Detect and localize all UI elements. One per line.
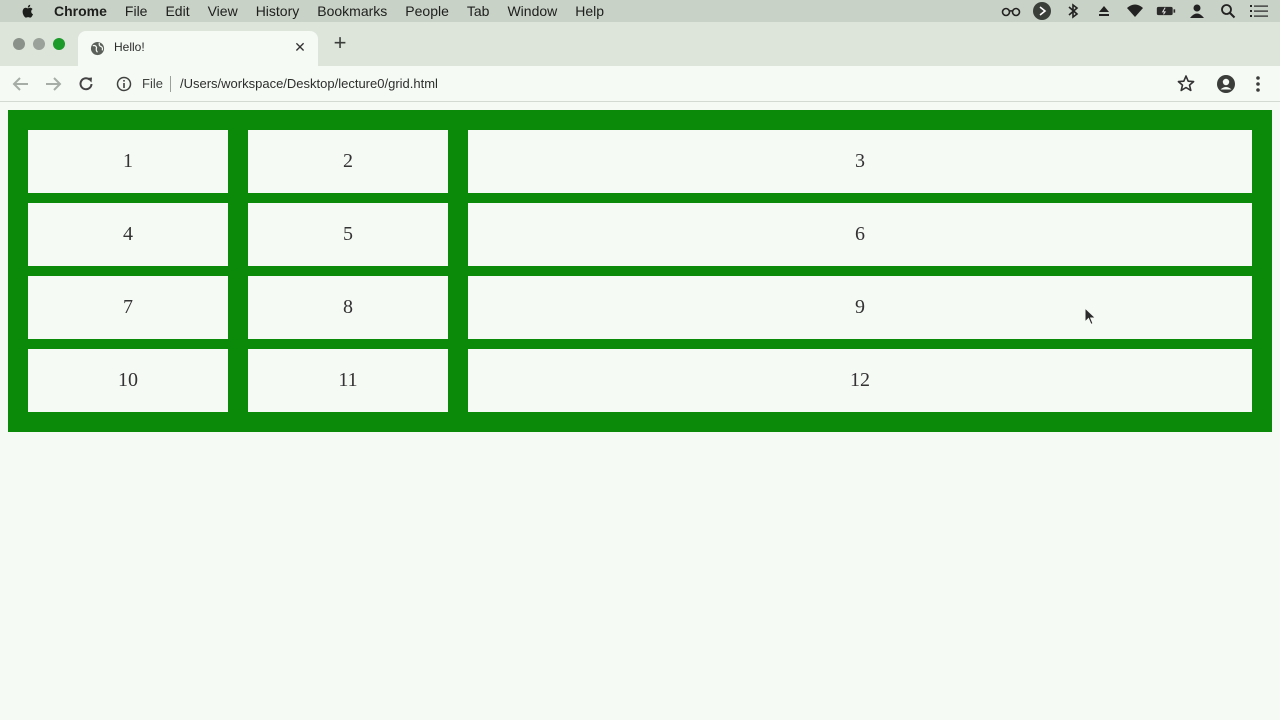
tab-hello[interactable]: Hello! ✕ bbox=[78, 31, 318, 66]
menu-file[interactable]: File bbox=[125, 3, 148, 19]
scheme-label: File bbox=[142, 76, 163, 91]
grid-item-6: 6 bbox=[468, 203, 1252, 266]
play-circle-icon[interactable] bbox=[1032, 2, 1052, 20]
grid-item-4: 4 bbox=[28, 203, 228, 266]
grid-item-11: 11 bbox=[248, 349, 448, 412]
grid-item-5: 5 bbox=[248, 203, 448, 266]
apple-icon[interactable] bbox=[20, 3, 36, 19]
battery-icon[interactable] bbox=[1156, 3, 1176, 19]
menu-tab[interactable]: Tab bbox=[467, 3, 490, 19]
profile-avatar-icon[interactable] bbox=[1214, 72, 1238, 96]
window-minimize-button[interactable] bbox=[33, 38, 45, 50]
tab-strip: Hello! ✕ + bbox=[0, 22, 1280, 66]
grid-item-12: 12 bbox=[468, 349, 1252, 412]
reload-icon bbox=[79, 77, 93, 91]
menu-view[interactable]: View bbox=[208, 3, 238, 19]
menu-chrome[interactable]: Chrome bbox=[54, 3, 107, 19]
wifi-icon[interactable] bbox=[1125, 3, 1145, 19]
menu-people[interactable]: People bbox=[405, 3, 449, 19]
menu-history[interactable]: History bbox=[256, 3, 300, 19]
grid-item-9: 9 bbox=[468, 276, 1252, 339]
grid-item-10: 10 bbox=[28, 349, 228, 412]
more-menu-icon[interactable] bbox=[1246, 72, 1270, 96]
arrow-left-icon bbox=[12, 77, 28, 91]
search-icon[interactable] bbox=[1218, 3, 1238, 19]
grid-container: 1 2 3 4 5 6 7 8 9 10 11 12 bbox=[8, 110, 1272, 432]
url-text[interactable]: /Users/workspace/Desktop/lecture0/grid.h… bbox=[180, 76, 438, 91]
globe-icon bbox=[90, 41, 105, 56]
menu-bar: Chrome File Edit View History Bookmarks … bbox=[0, 0, 1280, 22]
user-icon[interactable] bbox=[1187, 3, 1207, 19]
menu-edit[interactable]: Edit bbox=[165, 3, 189, 19]
grid-item-2: 2 bbox=[248, 130, 448, 193]
eject-icon[interactable] bbox=[1094, 3, 1114, 19]
window-close-button[interactable] bbox=[13, 38, 25, 50]
browser-toolbar: File /Users/workspace/Desktop/lecture0/g… bbox=[0, 66, 1280, 102]
bluetooth-icon[interactable] bbox=[1063, 3, 1083, 19]
back-button[interactable] bbox=[9, 72, 33, 96]
menu-bookmarks[interactable]: Bookmarks bbox=[317, 3, 387, 19]
new-tab-button[interactable]: + bbox=[330, 32, 350, 54]
scheme-divider bbox=[170, 76, 171, 92]
arrow-right-icon bbox=[46, 77, 62, 91]
mouse-cursor-icon bbox=[1084, 307, 1097, 326]
status-area bbox=[1001, 0, 1280, 22]
menu-help[interactable]: Help bbox=[575, 3, 604, 19]
bookmark-star-icon[interactable] bbox=[1174, 72, 1198, 96]
address-bar[interactable]: File /Users/workspace/Desktop/lecture0/g… bbox=[110, 70, 1210, 98]
grid-item-3: 3 bbox=[468, 130, 1252, 193]
info-icon[interactable] bbox=[116, 76, 132, 92]
grid-item-7: 7 bbox=[28, 276, 228, 339]
list-icon[interactable] bbox=[1249, 3, 1269, 19]
forward-button[interactable] bbox=[41, 72, 65, 96]
window-maximize-button[interactable] bbox=[53, 38, 65, 50]
reload-button[interactable] bbox=[74, 72, 98, 96]
menu-window[interactable]: Window bbox=[507, 3, 557, 19]
close-icon[interactable]: ✕ bbox=[292, 39, 308, 55]
glasses-icon[interactable] bbox=[1001, 3, 1021, 19]
grid-item-8: 8 bbox=[248, 276, 448, 339]
grid-item-1: 1 bbox=[28, 130, 228, 193]
tab-title: Hello! bbox=[114, 40, 145, 54]
